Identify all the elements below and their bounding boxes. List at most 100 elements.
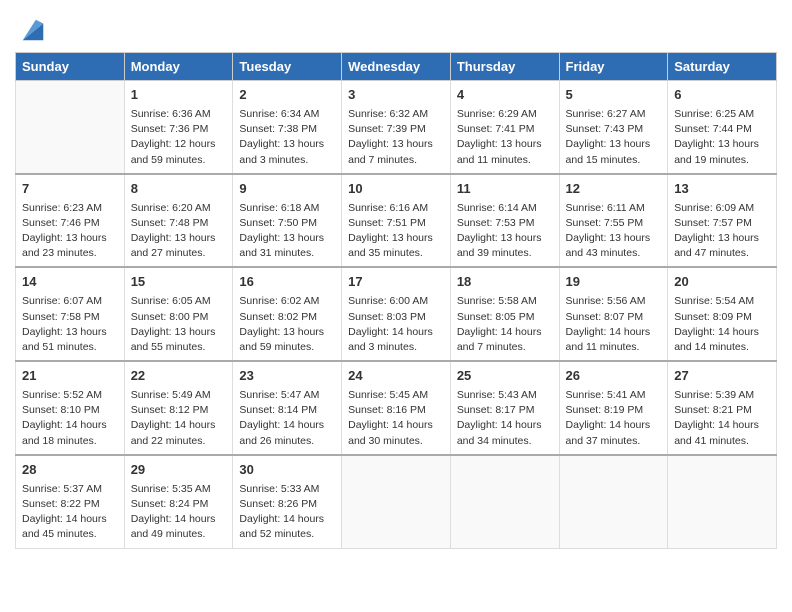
day-info: Sunrise: 5:58 AMSunset: 8:05 PMDaylight:… bbox=[457, 294, 553, 355]
day-number: 15 bbox=[131, 273, 227, 292]
day-number: 2 bbox=[239, 86, 335, 105]
day-number: 3 bbox=[348, 86, 444, 105]
day-info: Sunrise: 5:39 AMSunset: 8:21 PMDaylight:… bbox=[674, 388, 770, 449]
day-info: Sunrise: 6:27 AMSunset: 7:43 PMDaylight:… bbox=[566, 107, 662, 168]
calendar-cell: 29 Sunrise: 5:35 AMSunset: 8:24 PMDayligh… bbox=[124, 455, 233, 548]
header-saturday: Saturday bbox=[668, 53, 777, 81]
calendar-cell: 24 Sunrise: 5:45 AMSunset: 8:16 PMDayligh… bbox=[342, 361, 451, 455]
day-info: Sunrise: 6:14 AMSunset: 7:53 PMDaylight:… bbox=[457, 201, 553, 262]
day-number: 18 bbox=[457, 273, 553, 292]
day-number: 12 bbox=[566, 180, 662, 199]
calendar-cell: 22Sunrise: 5:49 AMSunset: 8:12 PMDayligh… bbox=[124, 361, 233, 455]
calendar-cell: 18 Sunrise: 5:58 AMSunset: 8:05 PMDayligh… bbox=[450, 267, 559, 361]
calendar-cell: 27 Sunrise: 5:39 AMSunset: 8:21 PMDayligh… bbox=[668, 361, 777, 455]
day-number: 14 bbox=[22, 273, 118, 292]
day-number: 19 bbox=[566, 273, 662, 292]
day-number: 9 bbox=[239, 180, 335, 199]
day-info: Sunrise: 5:37 AMSunset: 8:22 PMDaylight:… bbox=[22, 482, 118, 543]
calendar-cell bbox=[559, 455, 668, 548]
day-info: Sunrise: 6:02 AMSunset: 8:02 PMDaylight:… bbox=[239, 294, 335, 355]
header-monday: Monday bbox=[124, 53, 233, 81]
day-info: Sunrise: 6:07 AMSunset: 7:58 PMDaylight:… bbox=[22, 294, 118, 355]
calendar-cell: 28 Sunrise: 5:37 AMSunset: 8:22 PMDayligh… bbox=[16, 455, 125, 548]
logo-icon bbox=[19, 16, 47, 44]
day-info: Sunrise: 5:47 AMSunset: 8:14 PMDaylight:… bbox=[239, 388, 335, 449]
day-number: 29 bbox=[131, 461, 227, 480]
day-number: 10 bbox=[348, 180, 444, 199]
calendar-cell: 1Sunrise: 6:36 AMSunset: 7:36 PMDaylight… bbox=[124, 81, 233, 174]
calendar-cell: 2 Sunrise: 6:34 AMSunset: 7:38 PMDaylight… bbox=[233, 81, 342, 174]
day-info: Sunrise: 6:23 AMSunset: 7:46 PMDaylight:… bbox=[22, 201, 118, 262]
calendar-cell: 12 Sunrise: 6:11 AMSunset: 7:55 PMDayligh… bbox=[559, 174, 668, 268]
day-info: Sunrise: 6:25 AMSunset: 7:44 PMDaylight:… bbox=[674, 107, 770, 168]
header-thursday: Thursday bbox=[450, 53, 559, 81]
header-friday: Friday bbox=[559, 53, 668, 81]
day-number: 30 bbox=[239, 461, 335, 480]
calendar-cell: 9 Sunrise: 6:18 AMSunset: 7:50 PMDaylight… bbox=[233, 174, 342, 268]
calendar-cell: 16 Sunrise: 6:02 AMSunset: 8:02 PMDayligh… bbox=[233, 267, 342, 361]
logo bbox=[15, 16, 47, 44]
day-info: Sunrise: 6:20 AMSunset: 7:48 PMDaylight:… bbox=[131, 201, 227, 262]
day-number: 6 bbox=[674, 86, 770, 105]
day-info: Sunrise: 6:36 AMSunset: 7:36 PMDaylight:… bbox=[131, 107, 227, 168]
calendar-cell: 4 Sunrise: 6:29 AMSunset: 7:41 PMDaylight… bbox=[450, 81, 559, 174]
calendar-week-row: 7 Sunrise: 6:23 AMSunset: 7:46 PMDaylight… bbox=[16, 174, 777, 268]
day-number: 7 bbox=[22, 180, 118, 199]
calendar-week-row: 1Sunrise: 6:36 AMSunset: 7:36 PMDaylight… bbox=[16, 81, 777, 174]
day-number: 16 bbox=[239, 273, 335, 292]
day-info: Sunrise: 6:16 AMSunset: 7:51 PMDaylight:… bbox=[348, 201, 444, 262]
day-info: Sunrise: 5:52 AMSunset: 8:10 PMDaylight:… bbox=[22, 388, 118, 449]
calendar-cell: 23 Sunrise: 5:47 AMSunset: 8:14 PMDayligh… bbox=[233, 361, 342, 455]
day-info: Sunrise: 6:11 AMSunset: 7:55 PMDaylight:… bbox=[566, 201, 662, 262]
calendar-cell: 26 Sunrise: 5:41 AMSunset: 8:19 PMDayligh… bbox=[559, 361, 668, 455]
day-info: Sunrise: 5:45 AMSunset: 8:16 PMDaylight:… bbox=[348, 388, 444, 449]
day-info: Sunrise: 5:54 AMSunset: 8:09 PMDaylight:… bbox=[674, 294, 770, 355]
day-info: Sunrise: 6:05 AMSunset: 8:00 PMDaylight:… bbox=[131, 294, 227, 355]
day-number: 24 bbox=[348, 367, 444, 386]
day-info: Sunrise: 5:49 AMSunset: 8:12 PMDaylight:… bbox=[131, 388, 227, 449]
day-number: 26 bbox=[566, 367, 662, 386]
calendar-week-row: 28 Sunrise: 5:37 AMSunset: 8:22 PMDayligh… bbox=[16, 455, 777, 548]
header-sunday: Sunday bbox=[16, 53, 125, 81]
day-info: Sunrise: 6:32 AMSunset: 7:39 PMDaylight:… bbox=[348, 107, 444, 168]
calendar-cell: 11 Sunrise: 6:14 AMSunset: 7:53 PMDayligh… bbox=[450, 174, 559, 268]
calendar-cell: 14 Sunrise: 6:07 AMSunset: 7:58 PMDayligh… bbox=[16, 267, 125, 361]
day-number: 21 bbox=[22, 367, 118, 386]
day-number: 23 bbox=[239, 367, 335, 386]
day-info: Sunrise: 6:18 AMSunset: 7:50 PMDaylight:… bbox=[239, 201, 335, 262]
day-number: 17 bbox=[348, 273, 444, 292]
calendar-cell: 20Sunrise: 5:54 AMSunset: 8:09 PMDayligh… bbox=[668, 267, 777, 361]
day-info: Sunrise: 6:09 AMSunset: 7:57 PMDaylight:… bbox=[674, 201, 770, 262]
day-number: 27 bbox=[674, 367, 770, 386]
calendar-cell bbox=[342, 455, 451, 548]
day-info: Sunrise: 6:00 AMSunset: 8:03 PMDaylight:… bbox=[348, 294, 444, 355]
calendar-cell: 17 Sunrise: 6:00 AMSunset: 8:03 PMDayligh… bbox=[342, 267, 451, 361]
calendar-cell bbox=[668, 455, 777, 548]
day-number: 5 bbox=[566, 86, 662, 105]
day-number: 13 bbox=[674, 180, 770, 199]
calendar-cell: 6 Sunrise: 6:25 AMSunset: 7:44 PMDaylight… bbox=[668, 81, 777, 174]
header-wednesday: Wednesday bbox=[342, 53, 451, 81]
calendar-cell: 21 Sunrise: 5:52 AMSunset: 8:10 PMDayligh… bbox=[16, 361, 125, 455]
day-info: Sunrise: 5:33 AMSunset: 8:26 PMDaylight:… bbox=[239, 482, 335, 543]
calendar-cell: 25 Sunrise: 5:43 AMSunset: 8:17 PMDayligh… bbox=[450, 361, 559, 455]
day-number: 25 bbox=[457, 367, 553, 386]
calendar-cell: 10 Sunrise: 6:16 AMSunset: 7:51 PMDayligh… bbox=[342, 174, 451, 268]
day-info: Sunrise: 5:43 AMSunset: 8:17 PMDaylight:… bbox=[457, 388, 553, 449]
calendar-cell: 13 Sunrise: 6:09 AMSunset: 7:57 PMDayligh… bbox=[668, 174, 777, 268]
day-info: Sunrise: 5:41 AMSunset: 8:19 PMDaylight:… bbox=[566, 388, 662, 449]
day-info: Sunrise: 6:29 AMSunset: 7:41 PMDaylight:… bbox=[457, 107, 553, 168]
day-number: 28 bbox=[22, 461, 118, 480]
calendar-cell: 8 Sunrise: 6:20 AMSunset: 7:48 PMDaylight… bbox=[124, 174, 233, 268]
day-info: Sunrise: 6:34 AMSunset: 7:38 PMDaylight:… bbox=[239, 107, 335, 168]
calendar-cell: 15 Sunrise: 6:05 AMSunset: 8:00 PMDayligh… bbox=[124, 267, 233, 361]
calendar-header-row: SundayMondayTuesdayWednesdayThursdayFrid… bbox=[16, 53, 777, 81]
calendar-cell: 19 Sunrise: 5:56 AMSunset: 8:07 PMDayligh… bbox=[559, 267, 668, 361]
calendar-table: SundayMondayTuesdayWednesdayThursdayFrid… bbox=[15, 52, 777, 549]
calendar-week-row: 14 Sunrise: 6:07 AMSunset: 7:58 PMDayligh… bbox=[16, 267, 777, 361]
day-number: 4 bbox=[457, 86, 553, 105]
day-number: 8 bbox=[131, 180, 227, 199]
day-info: Sunrise: 5:35 AMSunset: 8:24 PMDaylight:… bbox=[131, 482, 227, 543]
day-number: 11 bbox=[457, 180, 553, 199]
day-info: Sunrise: 5:56 AMSunset: 8:07 PMDaylight:… bbox=[566, 294, 662, 355]
